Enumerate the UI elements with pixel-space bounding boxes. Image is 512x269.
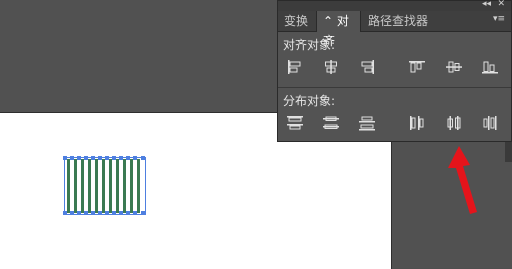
align-vertical-center-icon: [446, 61, 462, 73]
close-panel-icon[interactable]: ✕: [497, 0, 505, 9]
align-left-button[interactable]: [285, 58, 305, 76]
tab-transform[interactable]: 变换: [278, 11, 317, 31]
distribute-vertical-center-button[interactable]: [321, 114, 341, 132]
selection-handle[interactable]: [98, 156, 102, 160]
selection-handle[interactable]: [105, 156, 109, 160]
align-left-icon: [288, 60, 301, 74]
distribute-bottom-icon: [359, 116, 375, 131]
selection-handle[interactable]: [105, 211, 109, 215]
selection-handle[interactable]: [112, 211, 116, 215]
selection-handle[interactable]: [91, 211, 95, 215]
align-right-icon: [361, 60, 374, 74]
distribute-vertical-center-icon: [323, 116, 339, 129]
align-panel: ◂◂ ✕ 变换 ⌃ 对齐 路径查找器 ▾≡ 对齐对象: 分布对象:: [277, 0, 512, 142]
distribute-top-icon: [287, 116, 303, 130]
align-objects-label: 对齐对象:: [283, 38, 336, 52]
selection-handle[interactable]: [84, 211, 88, 215]
tab-pathfinder[interactable]: 路径查找器: [362, 11, 442, 31]
right-edge-strip: [505, 142, 512, 162]
selection-handle[interactable]: [84, 156, 88, 160]
distribute-horizontal-center-button[interactable]: [444, 114, 464, 132]
selection-handle[interactable]: [70, 156, 74, 160]
distribute-top-button[interactable]: [285, 114, 305, 132]
selection-handle[interactable]: [133, 211, 137, 215]
align-horizontal-center-button[interactable]: [321, 58, 341, 76]
tab-align[interactable]: ⌃ 对齐: [316, 11, 361, 48]
align-top-button[interactable]: [407, 58, 427, 76]
selection-handle[interactable]: [112, 156, 116, 160]
align-right-button[interactable]: [357, 58, 377, 76]
selection-handle[interactable]: [119, 156, 123, 160]
selection-handle[interactable]: [133, 156, 137, 160]
selection-handle[interactable]: [126, 156, 130, 160]
distribute-right-button[interactable]: [480, 114, 500, 132]
selection-handle[interactable]: [77, 156, 81, 160]
panel-menu-icon[interactable]: ▾≡: [493, 14, 505, 24]
align-horizontal-center-icon: [325, 60, 337, 74]
selection-handle[interactable]: [141, 156, 145, 160]
selection-handle[interactable]: [63, 156, 67, 160]
collapse-panel-icon[interactable]: ◂◂: [482, 0, 491, 9]
annotation-arrow-icon: [448, 146, 477, 214]
align-bottom-button[interactable]: [480, 58, 500, 76]
distribute-left-button[interactable]: [407, 114, 427, 132]
selection-handle[interactable]: [91, 156, 95, 160]
section-divider: [278, 87, 511, 88]
selected-stripes-group[interactable]: [63, 156, 146, 215]
selection-handle[interactable]: [77, 211, 81, 215]
selection-handle[interactable]: [141, 211, 145, 215]
distribute-right-icon: [483, 116, 497, 130]
distribute-horizontal-center-icon: [447, 116, 461, 130]
distribute-left-icon: [410, 116, 424, 130]
selection-handle[interactable]: [119, 211, 123, 215]
align-bottom-icon: [482, 61, 498, 74]
panel-tab-bar: 变换 ⌃ 对齐 路径查找器: [278, 11, 511, 48]
selection-handle[interactable]: [126, 211, 130, 215]
selection-handle[interactable]: [63, 211, 67, 215]
selection-bounding-box[interactable]: [64, 157, 146, 215]
panel-title-bar[interactable]: ◂◂ ✕: [278, 0, 511, 11]
selection-handle[interactable]: [98, 211, 102, 215]
align-vertical-center-button[interactable]: [444, 58, 464, 76]
distribute-bottom-button[interactable]: [357, 114, 377, 132]
distribute-objects-label: 分布对象:: [283, 94, 336, 108]
selection-handle[interactable]: [70, 211, 74, 215]
align-top-icon: [409, 61, 425, 73]
